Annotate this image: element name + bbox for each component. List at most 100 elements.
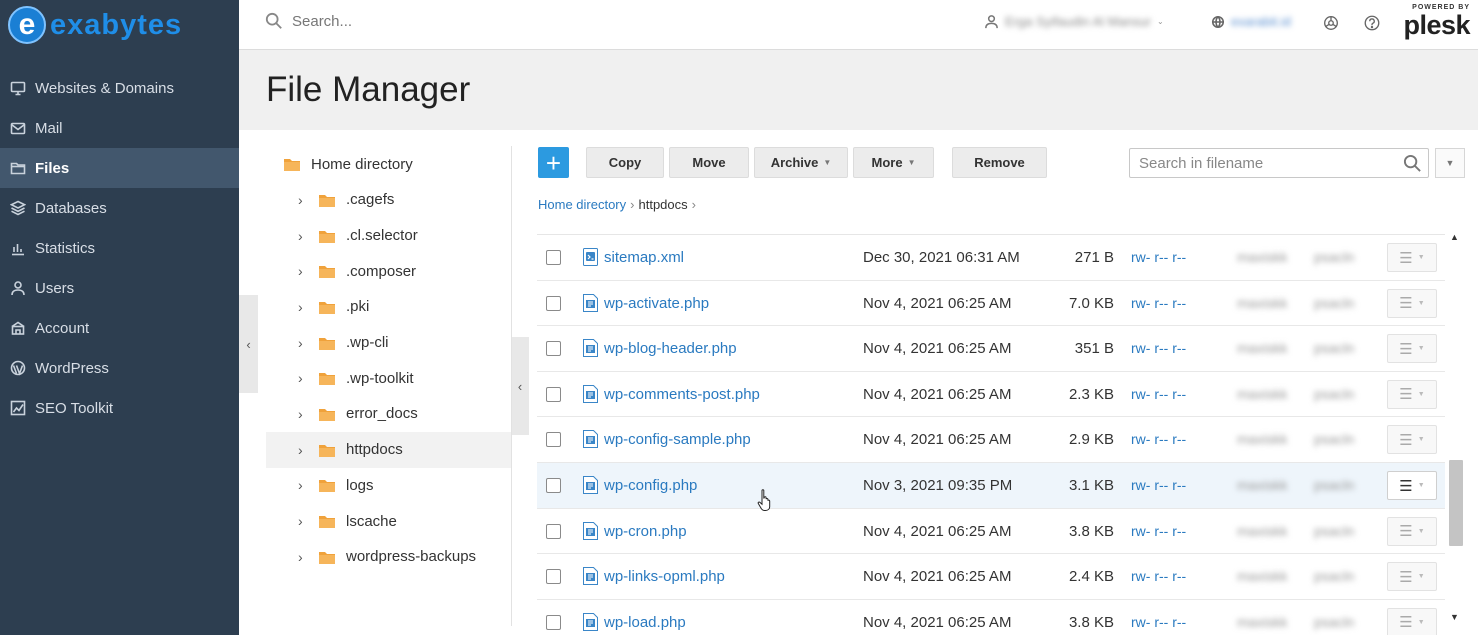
- row-actions-menu-button[interactable]: ☰ ▼: [1387, 425, 1437, 455]
- user-menu[interactable]: Erga Syifaudin Al Mansur ⌄: [984, 14, 1164, 29]
- tree-item-dot-wp-toolkit[interactable]: › .wp-toolkit: [266, 360, 511, 396]
- row-actions-menu-button[interactable]: ☰ ▼: [1387, 607, 1437, 635]
- row-checkbox[interactable]: [546, 523, 561, 539]
- file-permissions-link[interactable]: rw- r-- r--: [1131, 477, 1186, 493]
- row-actions-menu-button[interactable]: ☰ ▼: [1387, 243, 1437, 272]
- tree-item-dot-wp-cli[interactable]: › .wp-cli: [266, 325, 511, 361]
- chevron-right-icon[interactable]: ›: [298, 335, 308, 351]
- row-checkbox[interactable]: [546, 478, 561, 493]
- copy-button[interactable]: Copy: [586, 147, 664, 178]
- row-checkbox[interactable]: [546, 295, 561, 311]
- row-actions-menu-button[interactable]: ☰ ▼: [1387, 379, 1437, 409]
- sidebar-item-websites-domains[interactable]: Websites & Domains: [0, 68, 239, 108]
- file-name-link[interactable]: sitemap.xml: [604, 249, 684, 266]
- file-row[interactable]: sitemap.xml Dec 30, 2021 06:31 AM 271 B rw-…: [537, 235, 1445, 281]
- row-actions-menu-button[interactable]: ☰ ▼: [1387, 334, 1437, 364]
- sidebar-item-wordpress[interactable]: WordPress: [0, 348, 239, 388]
- global-search[interactable]: Search...: [265, 12, 352, 30]
- chevron-right-icon[interactable]: ›: [298, 299, 308, 315]
- chevron-right-icon[interactable]: ›: [298, 406, 308, 422]
- row-actions-menu-button[interactable]: ☰ ▼: [1387, 562, 1437, 592]
- sidebar-item-statistics[interactable]: Statistics: [0, 228, 239, 268]
- tree-collapse-handle[interactable]: ‹: [511, 337, 529, 435]
- sidebar-collapse-handle[interactable]: ‹: [239, 295, 258, 393]
- file-permissions-link[interactable]: rw- r-- r--: [1131, 340, 1186, 356]
- filename-search-input[interactable]: [1139, 154, 1394, 172]
- tree-item-dot-cl-selector[interactable]: › .cl.selector: [266, 218, 511, 254]
- chevron-right-icon[interactable]: ›: [298, 228, 308, 244]
- file-permissions-link[interactable]: rw- r-- r--: [1131, 295, 1186, 311]
- sidebar-item-seo-toolkit[interactable]: SEO Toolkit: [0, 388, 239, 428]
- file-list-scrollbar[interactable]: [1446, 230, 1466, 630]
- file-name-link[interactable]: wp-cron.php: [604, 523, 687, 540]
- tree-item-wordpress-backups[interactable]: › wordpress-backups: [266, 539, 511, 575]
- scroll-up-arrow-icon[interactable]: ▲: [1450, 232, 1459, 242]
- row-actions-menu-button[interactable]: ☰ ▼: [1387, 288, 1437, 318]
- sidebar-item-account[interactable]: Account: [0, 308, 239, 348]
- global-search-placeholder[interactable]: Search...: [292, 13, 352, 30]
- tree-item-error-docs[interactable]: › error_docs: [266, 396, 511, 432]
- brand-logo[interactable]: e exabytes: [0, 0, 239, 50]
- file-name-link[interactable]: wp-load.php: [604, 614, 686, 631]
- sidebar-item-files[interactable]: Files: [0, 148, 239, 188]
- more-button[interactable]: More ▼: [853, 147, 934, 178]
- file-permissions-link[interactable]: rw- r-- r--: [1131, 568, 1186, 584]
- chevron-right-icon[interactable]: ›: [298, 192, 308, 208]
- file-row[interactable]: wp-comments-post.php Nov 4, 2021 06:25 AM…: [537, 372, 1445, 418]
- file-name-link[interactable]: wp-config-sample.php: [604, 431, 751, 448]
- file-permissions-link[interactable]: rw- r-- r--: [1131, 614, 1186, 630]
- tree-item-dot-cagefs[interactable]: › .cagefs: [266, 182, 511, 218]
- file-row[interactable]: wp-activate.php Nov 4, 2021 06:25 AM 7.0 K…: [537, 281, 1445, 327]
- move-button[interactable]: Move: [669, 147, 749, 178]
- row-actions-menu-button[interactable]: ☰ ▼: [1387, 516, 1437, 546]
- sidebar-item-databases[interactable]: Databases: [0, 188, 239, 228]
- file-name-link[interactable]: wp-blog-header.php: [604, 340, 737, 357]
- file-name-link[interactable]: wp-comments-post.php: [604, 386, 760, 403]
- chevron-right-icon[interactable]: ›: [298, 263, 308, 279]
- file-row[interactable]: wp-cron.php Nov 4, 2021 06:25 AM 3.8 KB rw-…: [537, 509, 1445, 555]
- archive-button[interactable]: Archive ▼: [754, 147, 848, 178]
- chevron-right-icon[interactable]: ›: [298, 442, 308, 458]
- help-icon[interactable]: [1362, 13, 1382, 33]
- remove-button[interactable]: Remove: [952, 147, 1047, 178]
- extensions-icon[interactable]: [1321, 13, 1341, 33]
- row-checkbox[interactable]: [546, 569, 561, 585]
- file-row[interactable]: wp-load.php Nov 4, 2021 06:25 AM 3.8 KB rw-…: [537, 600, 1445, 635]
- chevron-right-icon[interactable]: ›: [298, 513, 308, 529]
- file-name-link[interactable]: wp-activate.php: [604, 295, 709, 312]
- file-permissions-link[interactable]: rw- r-- r--: [1131, 249, 1186, 265]
- scrollbar-thumb[interactable]: [1449, 460, 1463, 546]
- file-row[interactable]: wp-config.php Nov 3, 2021 09:35 PM 3.1 KB r…: [537, 463, 1445, 509]
- tree-item-dot-pki[interactable]: › .pki: [266, 289, 511, 325]
- row-checkbox[interactable]: [546, 386, 561, 402]
- row-checkbox[interactable]: [546, 341, 561, 357]
- tree-item-httpdocs[interactable]: › httpdocs: [266, 431, 511, 468]
- scroll-down-arrow-icon[interactable]: ▼: [1450, 612, 1459, 622]
- row-checkbox[interactable]: [546, 250, 561, 265]
- row-actions-menu-button[interactable]: ☰ ▼: [1387, 471, 1437, 500]
- sidebar-item-users[interactable]: Users: [0, 268, 239, 308]
- file-permissions-link[interactable]: rw- r-- r--: [1131, 523, 1186, 539]
- subscription-selector[interactable]: exarabit.id: [1211, 14, 1291, 29]
- search-icon[interactable]: [1403, 154, 1422, 173]
- file-row[interactable]: wp-config-sample.php Nov 4, 2021 06:25 AM…: [537, 417, 1445, 463]
- sidebar-item-mail[interactable]: Mail: [0, 108, 239, 148]
- tree-root-home[interactable]: Home directory: [266, 146, 511, 182]
- add-button[interactable]: +: [538, 147, 569, 178]
- file-permissions-link[interactable]: rw- r-- r--: [1131, 431, 1186, 447]
- file-name-link[interactable]: wp-config.php: [604, 477, 697, 494]
- chevron-right-icon[interactable]: ›: [298, 549, 308, 565]
- row-checkbox[interactable]: [546, 432, 561, 448]
- chevron-right-icon[interactable]: ›: [298, 477, 308, 493]
- row-checkbox[interactable]: [546, 614, 561, 630]
- plesk-logo[interactable]: POWERED BY plesk: [1403, 4, 1470, 39]
- tree-item-dot-composer[interactable]: › .composer: [266, 253, 511, 289]
- file-row[interactable]: wp-links-opml.php Nov 4, 2021 06:25 AM 2.4…: [537, 554, 1445, 600]
- file-name-link[interactable]: wp-links-opml.php: [604, 568, 725, 585]
- tree-item-logs[interactable]: › logs: [266, 468, 511, 504]
- file-permissions-link[interactable]: rw- r-- r--: [1131, 386, 1186, 402]
- breadcrumb-home[interactable]: Home directory: [538, 197, 626, 212]
- chevron-right-icon[interactable]: ›: [298, 370, 308, 386]
- tree-item-lscache[interactable]: › lscache: [266, 503, 511, 539]
- search-options-dropdown[interactable]: ▼: [1435, 148, 1465, 178]
